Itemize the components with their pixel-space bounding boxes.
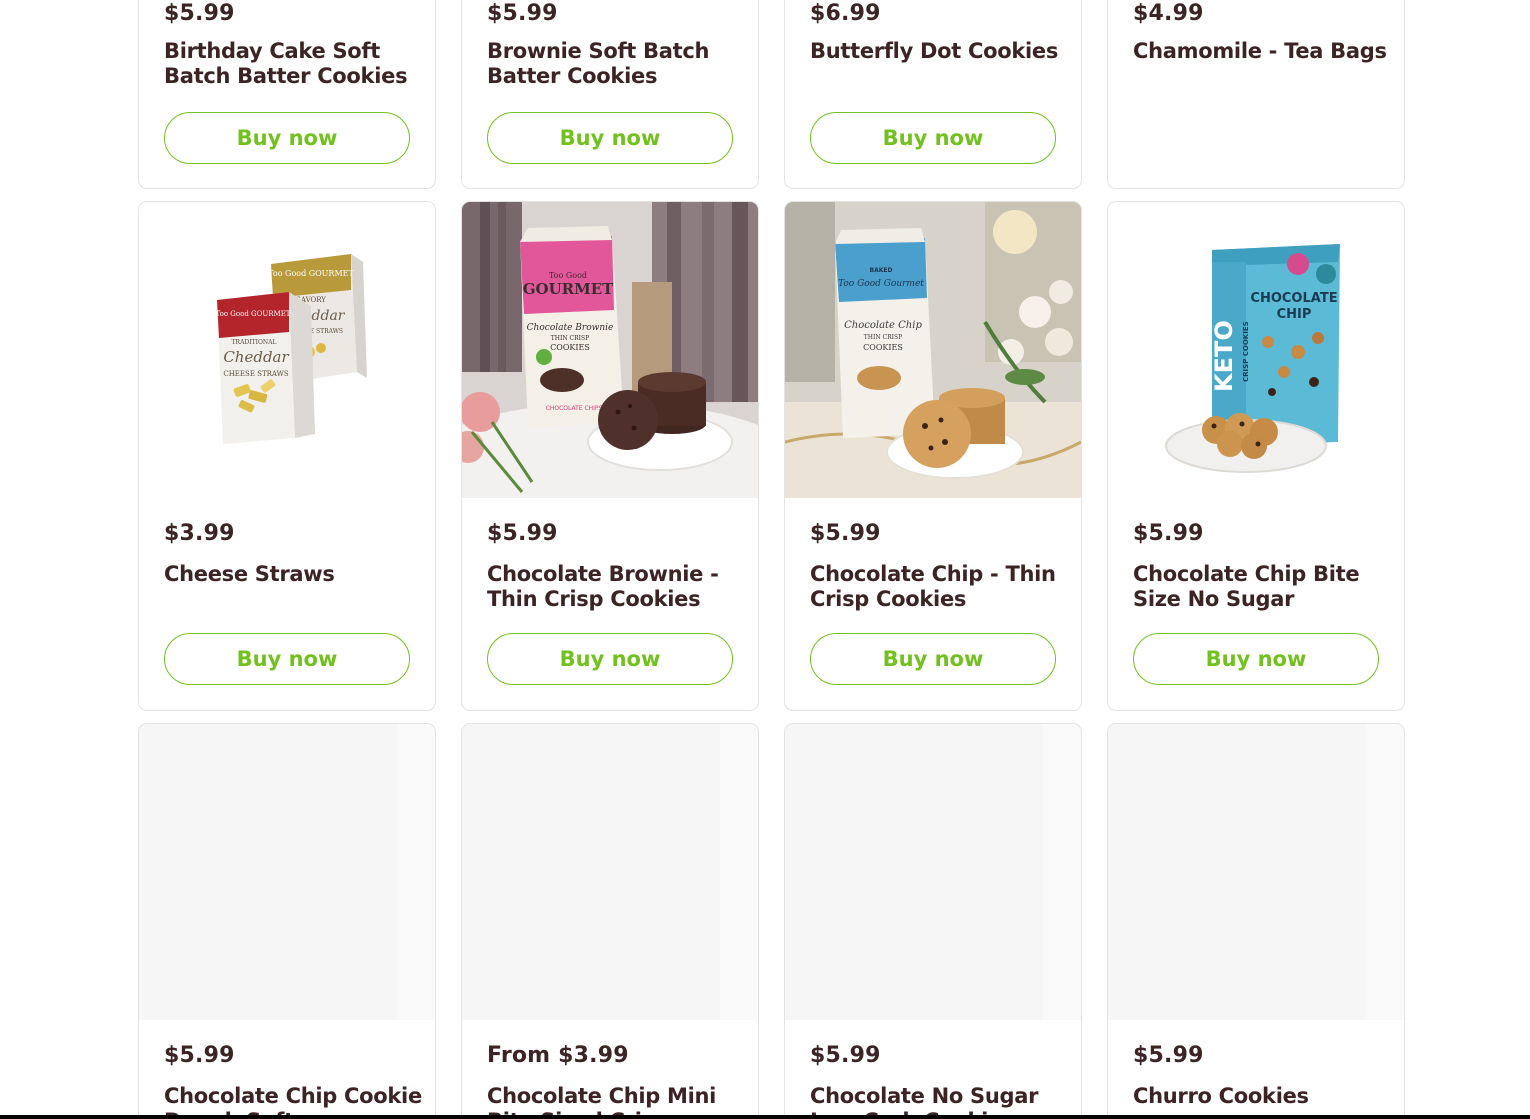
product-image[interactable]: Too Good GOURMET Chocolate Brownie THIN … <box>462 202 758 498</box>
svg-text:CHOCOLATE CHIPS: CHOCOLATE CHIPS <box>546 405 603 412</box>
svg-text:Chocolate Brownie: Chocolate Brownie <box>527 323 614 333</box>
product-name[interactable]: Birthday Cake Soft Batch Batter Cookies <box>164 39 424 89</box>
svg-text:Too Good GOURMET: Too Good GOURMET <box>216 310 291 318</box>
product-name[interactable]: Chocolate Chip Bite Size No Sugar <box>1133 562 1393 612</box>
svg-text:CHOCOLATE: CHOCOLATE <box>1250 291 1337 306</box>
keto-cookies-image: KETO CRISP COOKIES CHOCOLATE CHIP <box>1108 202 1404 498</box>
cheese-straws-image: Too Good GOURMET SAVORY Cheddar CHEESE S… <box>139 202 435 498</box>
svg-text:Chocolate Chip: Chocolate Chip <box>844 320 922 331</box>
product-card[interactable]: Too Good GOURMET Chocolate Brownie THIN … <box>461 201 759 711</box>
product-card[interactable]: $6.99 Butterfly Dot Cookies Buy now <box>784 0 1082 189</box>
product-name[interactable]: Chocolate Chip Cookie Dough Soft <box>164 1084 424 1119</box>
product-card[interactable]: $5.99 Birthday Cake Soft Batch Batter Co… <box>138 0 436 189</box>
image-placeholder[interactable] <box>462 724 758 1020</box>
svg-text:THIN CRISP: THIN CRISP <box>864 334 902 341</box>
product-name[interactable]: Butterfly Dot Cookies <box>810 39 1070 64</box>
buy-now-button[interactable]: Buy now <box>1133 633 1379 685</box>
product-price: $5.99 <box>810 1043 881 1068</box>
product-card[interactable]: KETO CRISP COOKIES CHOCOLATE CHIP $5.99 … <box>1107 201 1405 711</box>
svg-text:Too Good: Too Good <box>549 271 587 280</box>
product-price: $3.99 <box>164 521 235 546</box>
product-price: $5.99 <box>810 521 881 546</box>
product-name[interactable]: Chamomile - Tea Bags <box>1133 39 1393 64</box>
product-price: From $3.99 <box>487 1043 629 1068</box>
svg-text:CHIP: CHIP <box>1277 307 1312 322</box>
svg-text:GOURMET: GOURMET <box>523 280 614 298</box>
product-image[interactable]: BAKED Too Good Gourmet Chocolate Chip TH… <box>785 202 1081 498</box>
window-bottom-edge <box>0 1115 1530 1119</box>
product-name[interactable]: Chocolate Brownie - Thin Crisp Cookies <box>487 562 747 612</box>
product-card[interactable]: $5.99 Chocolate No Sugar Low Carb Cookie… <box>784 723 1082 1119</box>
svg-text:COOKIES: COOKIES <box>550 343 590 352</box>
buy-now-button[interactable]: Buy now <box>487 112 733 164</box>
svg-text:TRADITIONAL: TRADITIONAL <box>232 339 277 346</box>
product-image[interactable]: Too Good GOURMET SAVORY Cheddar CHEESE S… <box>139 202 435 498</box>
svg-text:Too Good Gourmet: Too Good Gourmet <box>838 279 924 289</box>
svg-text:THIN CRISP: THIN CRISP <box>551 335 589 342</box>
product-card[interactable]: Too Good GOURMET SAVORY Cheddar CHEESE S… <box>138 201 436 711</box>
svg-text:BAKED: BAKED <box>870 267 893 274</box>
product-name[interactable]: Brownie Soft Batch Batter Cookies <box>487 39 747 89</box>
chip-cookies-image: BAKED Too Good Gourmet Chocolate Chip TH… <box>785 202 1081 498</box>
product-card[interactable]: $4.99 Chamomile - Tea Bags <box>1107 0 1405 189</box>
buy-now-button[interactable]: Buy now <box>810 112 1056 164</box>
buy-now-button[interactable]: Buy now <box>164 112 410 164</box>
product-card[interactable]: $5.99 Brownie Soft Batch Batter Cookies … <box>461 0 759 189</box>
image-placeholder[interactable] <box>785 724 1081 1020</box>
svg-text:COOKIES: COOKIES <box>863 343 903 352</box>
product-price: $4.99 <box>1133 1 1204 26</box>
product-name[interactable]: Cheese Straws <box>164 562 424 587</box>
svg-text:KETO: KETO <box>1210 320 1238 392</box>
product-price: $5.99 <box>487 1 558 26</box>
product-card[interactable]: BAKED Too Good Gourmet Chocolate Chip TH… <box>784 201 1082 711</box>
product-price: $5.99 <box>164 1043 235 1068</box>
svg-text:Cheddar: Cheddar <box>223 348 289 366</box>
product-name[interactable]: Chocolate Chip Mini Bite Sized Crisp <box>487 1084 747 1119</box>
product-name[interactable]: Churro Cookies <box>1133 1084 1393 1109</box>
product-name[interactable]: Chocolate No Sugar Low Carb Cookies <box>810 1084 1070 1119</box>
product-price: $5.99 <box>1133 1043 1204 1068</box>
svg-text:CHEESE STRAWS: CHEESE STRAWS <box>223 370 289 378</box>
product-price: $5.99 <box>1133 521 1204 546</box>
brownie-cookies-image: Too Good GOURMET Chocolate Brownie THIN … <box>462 202 758 498</box>
buy-now-button[interactable]: Buy now <box>810 633 1056 685</box>
svg-text:Too Good GOURMET: Too Good GOURMET <box>268 269 354 278</box>
svg-text:CRISP COOKIES: CRISP COOKIES <box>1242 321 1250 382</box>
product-price: $6.99 <box>810 1 881 26</box>
image-placeholder[interactable] <box>139 724 435 1020</box>
product-price: $5.99 <box>487 521 558 546</box>
image-placeholder[interactable] <box>1108 724 1404 1020</box>
buy-now-button[interactable]: Buy now <box>487 633 733 685</box>
buy-now-button[interactable]: Buy now <box>164 633 410 685</box>
product-price: $5.99 <box>164 1 235 26</box>
product-card[interactable]: From $3.99 Chocolate Chip Mini Bite Size… <box>461 723 759 1119</box>
product-card[interactable]: $5.99 Churro Cookies <box>1107 723 1405 1119</box>
product-image[interactable]: KETO CRISP COOKIES CHOCOLATE CHIP <box>1108 202 1404 498</box>
product-name[interactable]: Chocolate Chip - Thin Crisp Cookies <box>810 562 1070 612</box>
product-card[interactable]: $5.99 Chocolate Chip Cookie Dough Soft <box>138 723 436 1119</box>
